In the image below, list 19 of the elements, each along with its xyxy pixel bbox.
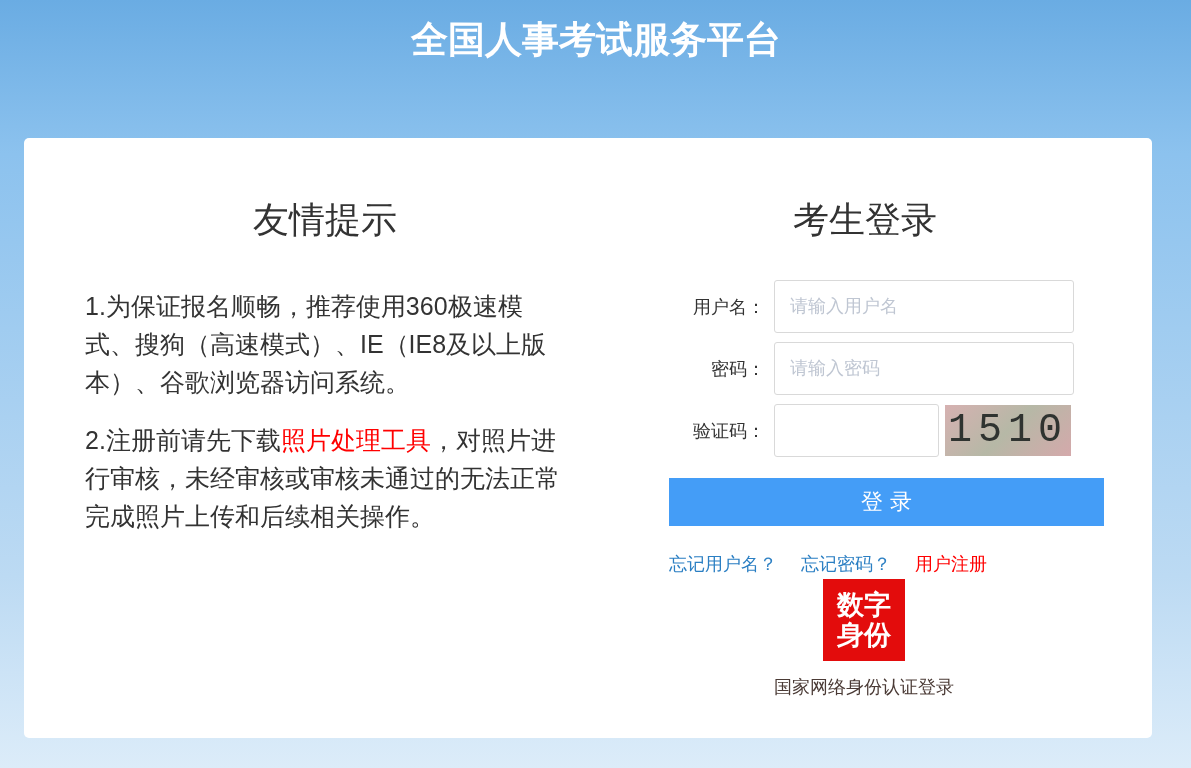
account-link[interactable]: 忘记用户名？ (669, 553, 777, 575)
field-label: 验证码： (692, 419, 765, 443)
photo-tool-link[interactable]: 照片处理工具 (280, 426, 431, 454)
notice-paragraph: 1.为保证报名顺畅，推荐使用360极速模式、搜狗（高速模式）、IE（IE8及以上版本）、谷歌浏览器访问系统。 (85, 291, 548, 398)
badge-caption[interactable]: 国家网络身份认证登录 (774, 675, 954, 699)
field-label: 用户名： (692, 295, 765, 319)
digital-id-badge[interactable]: 数字身份 (823, 579, 905, 661)
password-field[interactable]: 请输入密码 (774, 342, 1074, 395)
account-link[interactable]: 忘记密码？ (801, 553, 891, 575)
captcha-image[interactable]: 1510 (945, 405, 1071, 456)
login-button[interactable]: 登 录 (669, 478, 1104, 526)
account-link[interactable]: 用户注册 (915, 553, 987, 575)
notice-heading: 友情提示 (253, 198, 397, 242)
site-title: 全国人事考试服务平台 (410, 18, 781, 62)
login-heading: 考生登录 (792, 198, 937, 242)
username-field[interactable]: 请输入用户名 (774, 280, 1074, 333)
captcha-field[interactable] (774, 404, 939, 457)
notice-paragraph: 2.注册前请先下载照片处理工具，对照片进行审核，未经审核或审核未通过的无法正常完成照片上传和后续相关操作。 (85, 425, 561, 532)
field-label: 密码： (710, 357, 765, 381)
